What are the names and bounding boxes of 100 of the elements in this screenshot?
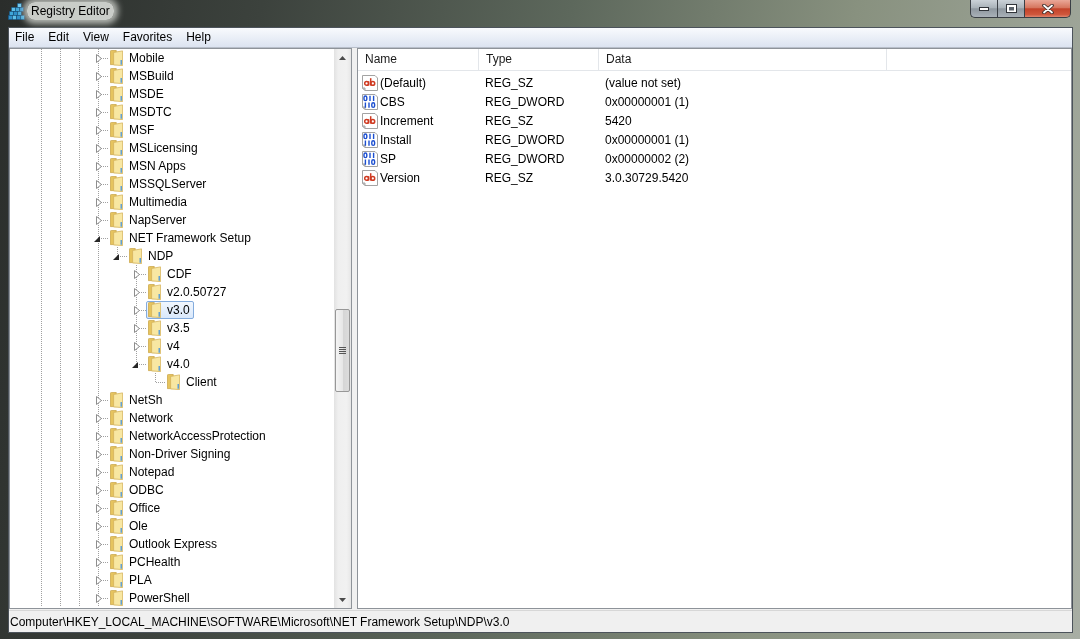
value-name[interactable]: CBS — [380, 93, 405, 110]
folder-icon — [110, 536, 123, 552]
tree-item[interactable]: MSLicensing — [108, 139, 202, 157]
expand-arrow-icon[interactable] — [133, 305, 140, 315]
value-data: 0x00000001 (1) — [604, 93, 691, 110]
tree-item[interactable]: v2.0.50727 — [146, 283, 231, 301]
expand-arrow-icon[interactable] — [133, 287, 140, 297]
expand-arrow-icon[interactable] — [133, 323, 140, 333]
binary-value-icon — [362, 93, 378, 110]
menu-item[interactable]: Favorites — [115, 28, 180, 47]
close-button[interactable] — [1024, 0, 1071, 18]
value-name[interactable]: Install — [380, 131, 412, 148]
expand-arrow-icon[interactable] — [95, 179, 102, 189]
expand-arrow-icon[interactable] — [95, 107, 102, 117]
value-name[interactable]: Increment — [380, 112, 434, 129]
column-header[interactable]: Name — [358, 49, 479, 70]
tree-item[interactable]: NapServer — [108, 211, 191, 229]
value-type: REG_SZ — [484, 112, 534, 129]
expand-arrow-icon[interactable] — [95, 449, 102, 459]
folder-icon — [110, 122, 123, 138]
value-name[interactable]: SP — [380, 150, 396, 167]
expand-arrow-icon[interactable] — [95, 503, 102, 513]
tree-item[interactable]: MSN Apps — [108, 157, 190, 175]
expand-arrow-icon[interactable] — [133, 341, 140, 351]
expand-arrow-icon[interactable] — [95, 467, 102, 477]
tree-item[interactable]: Mobile — [108, 49, 169, 67]
expand-arrow-icon[interactable] — [95, 539, 102, 549]
tree-item[interactable]: Client — [165, 373, 221, 391]
expand-arrow-icon[interactable] — [133, 269, 140, 279]
minimize-button[interactable] — [970, 0, 997, 18]
expand-arrow-icon[interactable] — [95, 125, 102, 135]
maximize-button[interactable] — [997, 0, 1024, 18]
tree-item[interactable]: CDF — [146, 265, 196, 283]
expand-arrow-icon[interactable] — [95, 197, 102, 207]
binary-value-icon — [362, 150, 378, 167]
scroll-down-arrow-icon[interactable] — [339, 597, 346, 602]
expand-arrow-icon[interactable] — [95, 557, 102, 567]
window-title: Registry Editor — [27, 2, 114, 20]
expand-arrow-icon[interactable] — [95, 413, 102, 423]
column-header[interactable]: Data — [599, 49, 887, 70]
tree-item[interactable]: MSF — [108, 121, 159, 139]
tree-item[interactable]: NetSh — [108, 391, 167, 409]
folder-icon — [110, 140, 123, 156]
folder-icon — [110, 86, 123, 102]
expand-arrow-icon[interactable] — [95, 71, 102, 81]
collapse-arrow-icon[interactable] — [113, 253, 119, 260]
folder-icon — [110, 464, 123, 480]
tree-item[interactable]: Office — [108, 499, 165, 517]
tree-item[interactable]: Multimedia — [108, 193, 192, 211]
tree-item[interactable]: ODBC — [108, 481, 168, 499]
maximize-icon — [1005, 4, 1017, 13]
tree-item[interactable]: PLA — [108, 571, 156, 589]
tree-item[interactable]: v3.0 — [146, 301, 194, 319]
expand-arrow-icon[interactable] — [95, 485, 102, 495]
expand-arrow-icon[interactable] — [95, 215, 102, 225]
tree-item[interactable]: Outlook Express — [108, 535, 222, 553]
expand-arrow-icon[interactable] — [95, 53, 102, 63]
folder-icon — [110, 212, 123, 228]
menu-item[interactable]: View — [76, 28, 116, 47]
tree-item[interactable]: MSDE — [108, 85, 168, 103]
column-header[interactable]: Type — [479, 49, 599, 70]
tree-item[interactable]: MSSQLServer — [108, 175, 211, 193]
tree-item[interactable]: Ole — [108, 517, 152, 535]
scrollbar-thumb[interactable] — [335, 309, 350, 392]
expand-arrow-icon[interactable] — [95, 593, 102, 603]
folder-icon — [148, 338, 161, 354]
tree-item[interactable]: Notepad — [108, 463, 179, 481]
scroll-up-arrow-icon[interactable] — [339, 55, 346, 60]
binary-value-icon — [362, 131, 378, 148]
tree-item[interactable]: PowerShell — [108, 589, 194, 607]
collapse-arrow-icon[interactable] — [132, 361, 138, 368]
expand-arrow-icon[interactable] — [95, 143, 102, 153]
value-data: 3.0.30729.5420 — [604, 169, 690, 186]
tree-item[interactable]: Non-Driver Signing — [108, 445, 235, 463]
collapse-arrow-icon[interactable] — [94, 235, 100, 242]
expand-arrow-icon[interactable] — [95, 431, 102, 441]
tree-item[interactable]: MSDTC — [108, 103, 176, 121]
folder-icon — [110, 50, 123, 66]
expand-arrow-icon[interactable] — [95, 161, 102, 171]
menu-item[interactable]: Help — [179, 28, 218, 47]
value-data: 5420 — [604, 112, 633, 129]
tree-item[interactable]: NET Framework Setup — [108, 229, 255, 247]
value-name[interactable]: Version — [380, 169, 421, 186]
expand-arrow-icon[interactable] — [95, 89, 102, 99]
close-icon — [1041, 3, 1054, 14]
tree-item[interactable]: v3.5 — [146, 319, 194, 337]
expand-arrow-icon[interactable] — [95, 395, 102, 405]
tree-item[interactable]: MSBuild — [108, 67, 178, 85]
expand-arrow-icon[interactable] — [95, 521, 102, 531]
tree-item[interactable]: PCHealth — [108, 553, 185, 571]
tree-item[interactable]: v4.0 — [146, 355, 194, 373]
menu-item[interactable]: Edit — [41, 28, 77, 47]
menu-item[interactable]: File — [8, 28, 42, 47]
grip-icon — [339, 347, 346, 354]
value-name[interactable]: (Default) — [380, 74, 426, 91]
tree-item[interactable]: NetworkAccessProtection — [108, 427, 270, 445]
tree-item[interactable]: Network — [108, 409, 177, 427]
tree-item[interactable]: v4 — [146, 337, 184, 355]
expand-arrow-icon[interactable] — [95, 575, 102, 585]
tree-item[interactable]: NDP — [127, 247, 178, 265]
